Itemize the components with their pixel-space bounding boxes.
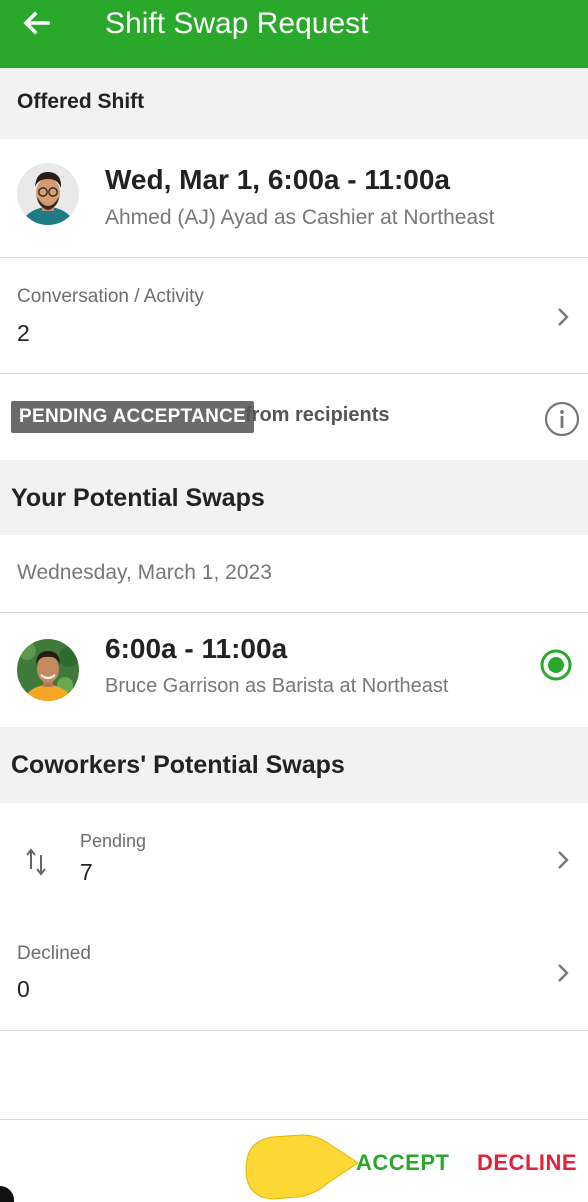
status-tail: from recipients: [245, 404, 390, 426]
offered-shift-title: Offered Shift: [17, 90, 145, 113]
conversation-row[interactable]: Conversation / Activity 2: [0, 258, 588, 373]
corner-shadow: [0, 1186, 14, 1202]
app-bar: Shift Swap Request: [0, 0, 588, 68]
divider: [0, 373, 588, 374]
avatar: [17, 639, 79, 701]
decline-button[interactable]: DECLINE: [477, 1150, 577, 1176]
pending-count: 7: [80, 859, 93, 885]
swap-option-time: 6:00a - 11:00a: [105, 633, 288, 664]
offered-shift-detail: Ahmed (AJ) Ayad as Cashier at Northeast: [105, 206, 495, 229]
pending-label: Pending: [80, 831, 147, 851]
conversation-count: 2: [17, 320, 30, 346]
radio-selected-icon[interactable]: [540, 649, 572, 681]
conversation-label: Conversation / Activity: [17, 286, 204, 307]
offered-shift-header: Offered Shift: [0, 68, 588, 139]
footer-divider: [0, 1119, 588, 1120]
swap-date: Wednesday, March 1, 2023: [17, 561, 272, 584]
swap-option-row[interactable]: 6:00a - 11:00a Bruce Garrison as Barista…: [0, 613, 588, 727]
arrow-left-icon[interactable]: [20, 6, 54, 40]
chevron-right-icon: [558, 308, 569, 326]
divider: [0, 1030, 588, 1031]
declined-label: Declined: [17, 943, 91, 964]
offered-shift-datetime: Wed, Mar 1, 6:00a - 11:00a: [105, 164, 450, 195]
pending-row[interactable]: Pending 7: [0, 803, 588, 915]
page-title: Shift Swap Request: [105, 7, 369, 40]
avatar: [17, 163, 79, 225]
pointer-arrow-icon: [245, 1134, 359, 1200]
declined-count: 0: [17, 976, 30, 1002]
status-badge: PENDING ACCEPTANCE: [11, 401, 255, 433]
your-swaps-header: Your Potential Swaps: [0, 460, 588, 535]
coworkers-title: Coworkers' Potential Swaps: [11, 751, 345, 779]
info-icon[interactable]: [544, 401, 580, 437]
swap-option-detail: Bruce Garrison as Barista at Northeast: [105, 675, 449, 697]
coworkers-header: Coworkers' Potential Swaps: [0, 727, 588, 803]
accept-button[interactable]: ACCEPT: [356, 1150, 449, 1176]
chevron-right-icon: [558, 964, 569, 982]
swap-arrows-icon: [26, 848, 46, 876]
your-swaps-title: Your Potential Swaps: [11, 484, 265, 512]
declined-row[interactable]: Declined 0: [0, 915, 588, 1030]
chevron-right-icon: [558, 851, 569, 869]
